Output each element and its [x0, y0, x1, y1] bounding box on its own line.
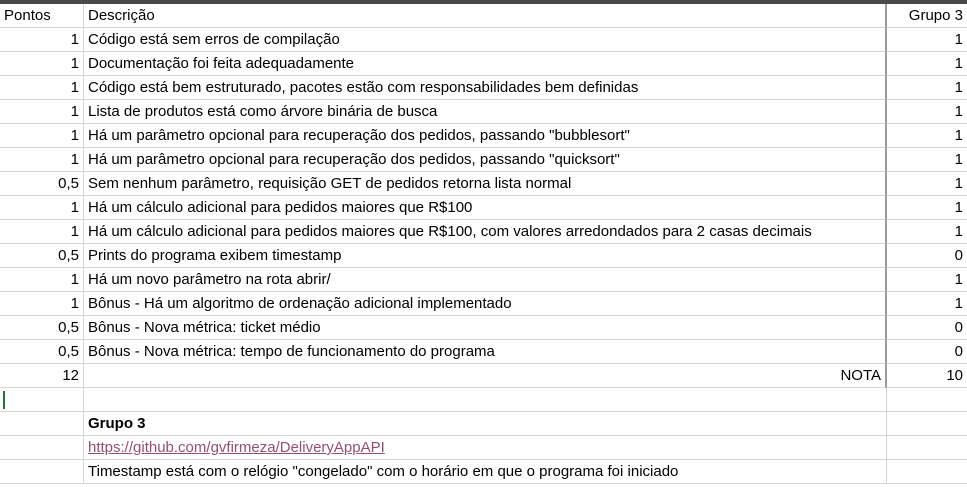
selection-marker — [3, 391, 5, 409]
empty-cell[interactable] — [0, 388, 84, 412]
table-row: 1 Lista de produtos está como árvore bin… — [0, 100, 967, 124]
cell-descricao[interactable]: Bônus - Nova métrica: tempo de funcionam… — [84, 340, 887, 364]
cell-grupo[interactable]: 1 — [887, 28, 967, 52]
cell-pontos[interactable]: 1 — [0, 124, 84, 148]
cell-descricao[interactable]: Sem nenhum parâmetro, requisição GET de … — [84, 172, 887, 196]
total-grupo[interactable]: 10 — [887, 364, 967, 388]
table-row: 0,5 Bônus - Nova métrica: ticket médio 0 — [0, 316, 967, 340]
total-pontos[interactable]: 12 — [0, 364, 84, 388]
cell-grupo[interactable]: 0 — [887, 316, 967, 340]
cell-descricao[interactable]: Há um cálculo adicional para pedidos mai… — [84, 196, 887, 220]
table-row: 1 Há um parâmetro opcional para recupera… — [0, 124, 967, 148]
cell-grupo[interactable]: 0 — [887, 244, 967, 268]
cell-pontos[interactable]: 1 — [0, 196, 84, 220]
repo-link[interactable]: https://github.com/gvfirmeza/DeliveryApp… — [88, 439, 385, 456]
notes-title-row: Grupo 3 — [0, 412, 967, 436]
table-row: 1 Há um novo parâmetro na rota abrir/ 1 — [0, 268, 967, 292]
empty-cell[interactable] — [0, 460, 84, 484]
cell-pontos[interactable]: 1 — [0, 52, 84, 76]
cell-grupo[interactable]: 1 — [887, 52, 967, 76]
table-row: 1 Código está sem erros de compilação 1 — [0, 28, 967, 52]
table-row: 1 Bônus - Há um algoritmo de ordenação a… — [0, 292, 967, 316]
cell-pontos[interactable]: 0,5 — [0, 172, 84, 196]
table-row: 0,5 Bônus - Nova métrica: tempo de funci… — [0, 340, 967, 364]
cell-grupo[interactable]: 1 — [887, 76, 967, 100]
cell-descricao[interactable]: Documentação foi feita adequadamente — [84, 52, 887, 76]
empty-cell[interactable] — [0, 436, 84, 460]
cell-grupo[interactable]: 1 — [887, 148, 967, 172]
cell-pontos[interactable]: 1 — [0, 100, 84, 124]
empty-cell[interactable] — [887, 388, 967, 412]
cell-pontos[interactable]: 0,5 — [0, 244, 84, 268]
table-row: 1 Há um parâmetro opcional para recupera… — [0, 148, 967, 172]
cell-pontos[interactable]: 1 — [0, 76, 84, 100]
cell-descricao[interactable]: Prints do programa exibem timestamp — [84, 244, 887, 268]
notes-title[interactable]: Grupo 3 — [84, 412, 887, 436]
empty-cell[interactable] — [887, 460, 967, 484]
cell-descricao[interactable]: Há um parâmetro opcional para recuperaçã… — [84, 148, 887, 172]
cell-grupo[interactable]: 0 — [887, 340, 967, 364]
cell-grupo[interactable]: 1 — [887, 292, 967, 316]
header-grupo[interactable]: Grupo 3 — [887, 4, 967, 28]
notes-comment[interactable]: Timestamp está com o relógio "congelado"… — [84, 460, 887, 484]
cell-descricao[interactable]: Código está sem erros de compilação — [84, 28, 887, 52]
table-row: 1 Há um cálculo adicional para pedidos m… — [0, 196, 967, 220]
table-row: 0,5 Sem nenhum parâmetro, requisição GET… — [0, 172, 967, 196]
empty-cell[interactable] — [887, 436, 967, 460]
cell-descricao[interactable]: Há um parâmetro opcional para recuperaçã… — [84, 124, 887, 148]
cell-pontos[interactable]: 1 — [0, 28, 84, 52]
cell-pontos[interactable]: 1 — [0, 268, 84, 292]
table-row: 1 Código está bem estruturado, pacotes e… — [0, 76, 967, 100]
notes-comment-row: Timestamp está com o relógio "congelado"… — [0, 460, 967, 484]
repo-link-cell: https://github.com/gvfirmeza/DeliveryApp… — [84, 436, 887, 460]
cell-grupo[interactable]: 1 — [887, 100, 967, 124]
table-row: 1 Há um cálculo adicional para pedidos m… — [0, 220, 967, 244]
empty-cell[interactable] — [84, 388, 887, 412]
total-row: 12 NOTA 10 — [0, 364, 967, 388]
cell-descricao[interactable]: Há um cálculo adicional para pedidos mai… — [84, 220, 887, 244]
table-row: 1 Documentação foi feita adequadamente 1 — [0, 52, 967, 76]
cell-grupo[interactable]: 1 — [887, 268, 967, 292]
empty-row — [0, 388, 967, 412]
cell-pontos[interactable]: 1 — [0, 292, 84, 316]
cell-pontos[interactable]: 0,5 — [0, 316, 84, 340]
table-row: 0,5 Prints do programa exibem timestamp … — [0, 244, 967, 268]
cell-descricao[interactable]: Bônus - Nova métrica: ticket médio — [84, 316, 887, 340]
cell-grupo[interactable]: 1 — [887, 220, 967, 244]
cell-descricao[interactable]: Código está bem estruturado, pacotes est… — [84, 76, 887, 100]
nota-label[interactable]: NOTA — [84, 364, 887, 388]
cell-grupo[interactable]: 1 — [887, 196, 967, 220]
cell-pontos[interactable]: 0,5 — [0, 340, 84, 364]
header-pontos[interactable]: Pontos — [0, 4, 84, 28]
cell-descricao[interactable]: Há um novo parâmetro na rota abrir/ — [84, 268, 887, 292]
header-row: Pontos Descrição Grupo 3 — [0, 4, 967, 28]
cell-pontos[interactable]: 1 — [0, 148, 84, 172]
empty-cell[interactable] — [0, 412, 84, 436]
cell-grupo[interactable]: 1 — [887, 124, 967, 148]
cell-grupo[interactable]: 1 — [887, 172, 967, 196]
empty-cell[interactable] — [887, 412, 967, 436]
header-descricao[interactable]: Descrição — [84, 4, 887, 28]
cell-descricao[interactable]: Lista de produtos está como árvore binár… — [84, 100, 887, 124]
cell-pontos[interactable]: 1 — [0, 220, 84, 244]
cell-descricao[interactable]: Bônus - Há um algoritmo de ordenação adi… — [84, 292, 887, 316]
notes-link-row: https://github.com/gvfirmeza/DeliveryApp… — [0, 436, 967, 460]
